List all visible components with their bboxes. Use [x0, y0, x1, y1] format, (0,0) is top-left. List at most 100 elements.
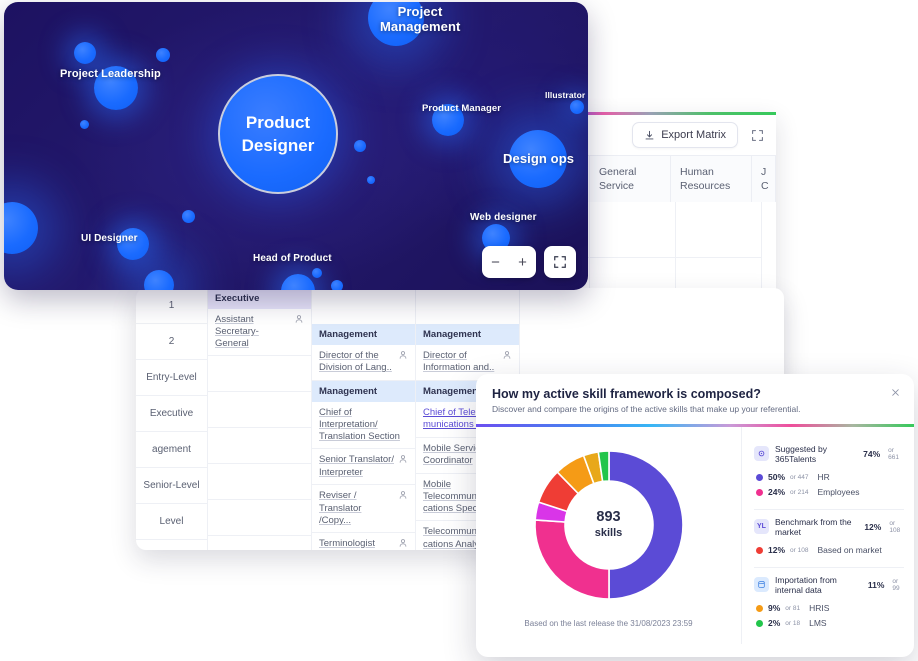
- job-role-cell[interactable]: Director of the Division of Lang..: [312, 345, 415, 381]
- job-role-cell[interactable]: Reviser / Translator /Copy...: [312, 485, 415, 533]
- person-icon: [503, 351, 511, 359]
- matrix-col-3-l1: J: [761, 166, 767, 178]
- legend-item-employees[interactable]: 24% or 214 Employees: [754, 485, 904, 500]
- export-matrix-button[interactable]: Export Matrix: [632, 122, 738, 148]
- job-role-label: Senior Translator/ Interpreter: [319, 454, 394, 478]
- graph-bubble[interactable]: [156, 48, 170, 62]
- job-role-cell[interactable]: [208, 536, 311, 550]
- sparkle-icon: [754, 446, 769, 461]
- graph-bubble[interactable]: [182, 210, 195, 223]
- job-column-header: Management: [312, 324, 415, 345]
- legend-item-name: LMS: [809, 618, 827, 628]
- matrix-col-3-l2: C: [761, 180, 769, 193]
- graph-bubble[interactable]: [80, 120, 89, 129]
- legend-item-count: or 18: [785, 619, 801, 627]
- graph-label-product-manager[interactable]: Product Manager: [422, 103, 501, 114]
- person-icon: [399, 491, 407, 500]
- job-level-cell: 2: [136, 324, 207, 360]
- graph-bubble-head-of-product[interactable]: [281, 274, 315, 290]
- job-role-cell[interactable]: [208, 356, 311, 393]
- graph-bubble-illustrator[interactable]: [570, 100, 584, 114]
- legend-item-name: HRIS: [809, 603, 830, 613]
- job-role-label: Reviser / Translator /Copy...: [319, 490, 362, 526]
- zoom-in-button[interactable]: +: [518, 255, 527, 270]
- job-role-cell[interactable]: [208, 500, 311, 537]
- job-level-column: 1 2 Entry-Level Executive agement Senior…: [136, 288, 208, 550]
- graph-label-web-designer[interactable]: Web designer: [470, 212, 537, 223]
- legend-dot-icon: [756, 604, 763, 612]
- matrix-col-1-l2: Service: [599, 180, 635, 193]
- legend-item-lms[interactable]: 2% or 18 LMS: [754, 616, 904, 631]
- legend-item-pct: 12%: [768, 545, 786, 555]
- job-role-cell[interactable]: Chief of Interpretation/ Translation Sec…: [312, 402, 415, 450]
- matrix-fullscreen-button[interactable]: [748, 126, 766, 144]
- legend-group-count: or 108: [889, 519, 901, 534]
- legend-item-market[interactable]: 12% or 108 Based on market: [754, 543, 904, 558]
- graph-bubble[interactable]: [4, 202, 38, 254]
- graph-zoom-group: − +: [482, 246, 536, 278]
- legend-item-count: or 214: [790, 488, 809, 496]
- graph-bubble[interactable]: [331, 280, 343, 290]
- legend-group-pct: 74%: [863, 448, 881, 459]
- job-role-cell[interactable]: Senior Translator/ Interpreter: [312, 449, 415, 486]
- graph-label-head-of-product[interactable]: Head of Product: [253, 253, 332, 264]
- graph-label-design-ops[interactable]: Design ops: [503, 151, 574, 166]
- graph-bubble[interactable]: [312, 268, 322, 278]
- download-icon: [645, 130, 654, 139]
- legend-group-count: or 99: [892, 577, 900, 592]
- legend-item-name: Employees: [817, 487, 860, 497]
- graph-label-ui-designer[interactable]: UI Designer: [81, 233, 138, 244]
- matrix-cell[interactable]: [676, 202, 761, 259]
- job-role-cell[interactable]: Terminologist: [312, 533, 415, 550]
- job-level-cell: -Level: [136, 540, 207, 550]
- modal-body: 893 skills Based on the last release the…: [476, 426, 914, 644]
- graph-hub-line1: Product: [245, 112, 311, 132]
- matrix-cell[interactable]: [590, 202, 675, 259]
- job-column-header: Executive: [208, 288, 311, 309]
- graph-bubble[interactable]: [367, 176, 375, 184]
- legend-group-name: Benchmark from the market: [775, 516, 852, 537]
- job-role-label: Director of Information and..: [423, 350, 495, 374]
- matrix-header-row: d General Service Human Resources J C: [566, 155, 776, 203]
- matrix-col-2-l2: Resources: [680, 180, 731, 193]
- job-role-cell[interactable]: Assistant Secretary-General: [208, 309, 311, 357]
- graph-fullscreen-button[interactable]: [544, 246, 576, 278]
- legend-dot-icon: [756, 546, 763, 554]
- job-level-cell: Level: [136, 504, 207, 540]
- legend-group-name: Importation from internal data: [775, 574, 837, 595]
- legend-item-hr[interactable]: 50% or 447 HR: [754, 470, 904, 485]
- legend-item-name: HR: [817, 472, 830, 482]
- legend-group-import: Importation from internal data 11% or 99…: [754, 566, 904, 640]
- graph-label-illustrator[interactable]: Illustrator: [545, 90, 585, 100]
- job-role-cell[interactable]: [208, 428, 311, 465]
- graph-label-line1: Project: [397, 4, 443, 19]
- graph-hub-node[interactable]: Product Designer: [218, 74, 338, 194]
- legend-item-pct: 50%: [768, 472, 786, 482]
- legend-item-pct: 2%: [768, 618, 781, 628]
- job-role-cell[interactable]: [208, 464, 311, 501]
- legend-item-count: or 447: [790, 473, 809, 481]
- donut-center-label: skills: [594, 526, 623, 539]
- person-icon: [399, 351, 407, 359]
- legend-group-name: Suggested by 365Talents: [775, 443, 827, 464]
- job-spacer: [416, 288, 519, 324]
- graph-label-project-leadership[interactable]: Project Leadership: [60, 68, 161, 80]
- legend-dot-icon: [756, 619, 763, 627]
- job-role-cell[interactable]: [208, 392, 311, 429]
- person-icon: [295, 315, 303, 323]
- legend-item-hris[interactable]: 9% or 81 HRIS: [754, 601, 904, 616]
- donut-chart[interactable]: 893 skills: [527, 443, 691, 607]
- job-role-label: Terminologist: [319, 537, 375, 549]
- skills-composition-modal: How my active skill framework is compose…: [476, 374, 914, 657]
- donut-chart-area: 893 skills Based on the last release the…: [476, 426, 742, 644]
- job-spacer: [312, 288, 415, 324]
- job-role-label: Director of the Division of Lang..: [319, 350, 392, 374]
- legend-item-pct: 9%: [768, 603, 781, 613]
- modal-close-button[interactable]: [891, 388, 900, 400]
- zoom-out-button[interactable]: −: [491, 255, 500, 270]
- graph-bubble[interactable]: [74, 42, 96, 64]
- graph-bubble[interactable]: [354, 140, 366, 152]
- graph-bubble[interactable]: [144, 270, 174, 290]
- skill-graph-panel[interactable]: Product Designer Project Management Proj…: [4, 2, 588, 290]
- graph-label-project-management[interactable]: Project Management: [380, 4, 460, 34]
